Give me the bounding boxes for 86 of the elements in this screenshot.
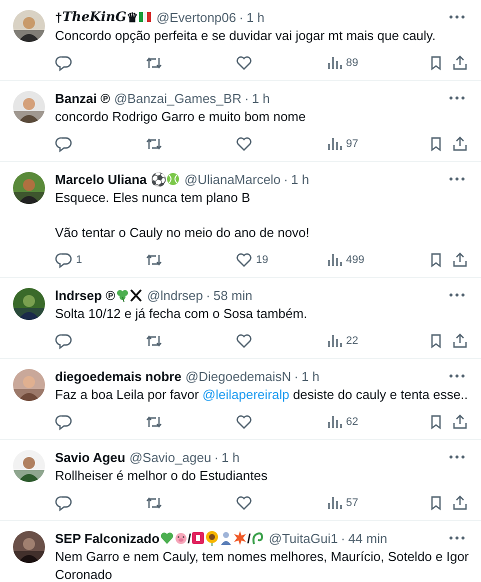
user-handle[interactable]: @TuitaGui1 — [268, 530, 338, 546]
user-name[interactable]: SEP Falconizado / / — [55, 530, 265, 546]
more-icon[interactable] — [449, 293, 465, 297]
user-name[interactable]: †TheKinG♛ — [55, 9, 152, 25]
share-icon[interactable] — [451, 494, 469, 512]
timestamp[interactable]: 1 h — [222, 450, 240, 464]
views-count: 89 — [346, 57, 358, 69]
timestamp[interactable]: 1 h — [301, 368, 320, 384]
views-count: 22 — [346, 335, 358, 347]
more-icon[interactable] — [449, 177, 465, 181]
more-icon[interactable] — [449, 374, 465, 378]
x-logo-icon — [129, 287, 144, 303]
separator-dot: · — [294, 368, 298, 384]
reply-text: Nem Garro e nem Cauly, tem nomes melhores, Maurício, Soteldo e Igor Coronado — [55, 548, 469, 582]
reply-icon[interactable] — [55, 332, 73, 350]
user-name[interactable]: Banzai ℗ — [55, 90, 110, 106]
user-handle[interactable]: @Savio_ageu — [129, 450, 212, 464]
separator-dot: · — [244, 90, 249, 106]
reply-icon[interactable] — [55, 494, 73, 512]
timestamp[interactable]: 1 h — [246, 10, 265, 24]
reply-text: Rollheiser é melhor o do Estudiantes — [55, 467, 268, 485]
heart-icon[interactable] — [235, 413, 253, 431]
heart-icon[interactable] — [235, 135, 253, 153]
reply-icon[interactable] — [55, 251, 73, 269]
more-icon[interactable] — [449, 96, 465, 100]
person-icon — [219, 530, 234, 546]
flag-icon — [138, 9, 152, 25]
views-count: 57 — [346, 497, 358, 509]
bar-chart-icon[interactable] — [325, 251, 343, 269]
like-count: 19 — [256, 254, 268, 266]
share-icon[interactable] — [451, 413, 469, 431]
user-handle[interactable]: @Banzai_Games_BR — [114, 90, 242, 106]
bar-chart-icon[interactable] — [325, 332, 343, 350]
views-count: 62 — [346, 416, 358, 428]
user-handle[interactable]: @lndrsep — [147, 288, 203, 302]
timestamp[interactable]: 58 min — [213, 288, 252, 302]
bar-chart-icon[interactable] — [325, 413, 343, 431]
user-name[interactable]: Savio Ageu — [55, 450, 126, 464]
reply-icon[interactable] — [55, 135, 73, 153]
timestamp[interactable]: 1 h — [291, 172, 310, 186]
user-handle[interactable]: @UlianaMarcelo — [184, 172, 281, 186]
user-name[interactable]: diegoedemais nobre — [55, 368, 182, 384]
reply-text: Concordo opção perfeita e se duvidar vai jogar mt mais que cauly. — [55, 27, 437, 45]
pig-icon — [174, 530, 188, 546]
bar-chart-icon[interactable] — [325, 135, 343, 153]
reply-text: Esquece. Eles nunca tem plano B — [55, 189, 252, 207]
timestamp[interactable]: 1 h — [252, 90, 270, 106]
sunflower-icon — [205, 530, 220, 546]
bar-chart-icon[interactable] — [325, 54, 343, 72]
reply-text: Solta 10/12 e já fecha com o Sosa também. — [55, 305, 308, 323]
share-icon[interactable] — [451, 135, 469, 153]
heart-icon[interactable] — [235, 251, 253, 269]
heart-icon[interactable] — [235, 54, 253, 72]
heart-icon[interactable] — [235, 332, 253, 350]
user-handle[interactable]: @Evertonp06 — [156, 10, 236, 24]
reply-text: concordo Rodrigo Garro e muito bom nome — [55, 108, 307, 126]
b-square-icon — [191, 530, 206, 546]
separator-dot: · — [284, 172, 288, 186]
separator-dot: · — [206, 288, 210, 302]
reply-text: Vão tentar o Cauly no meio do ano de novo! — [55, 224, 310, 242]
separator-dot: · — [239, 10, 244, 24]
reply-icon[interactable] — [55, 54, 73, 72]
ball-icon — [166, 171, 180, 187]
more-icon[interactable] — [449, 15, 465, 19]
share-icon[interactable] — [451, 332, 469, 350]
reply-icon[interactable] — [55, 413, 73, 431]
reply-text: Faz a boa Leila por favor @leilapereiralp desiste do cauly e tenta esse.. — [55, 386, 469, 404]
separator-dot: · — [214, 450, 219, 464]
snake-icon — [250, 530, 265, 546]
timestamp[interactable]: 44 min — [348, 530, 388, 546]
user-name[interactable]: Marcelo Uliana ⚽ — [55, 171, 180, 187]
heart-icon — [160, 530, 174, 546]
share-icon[interactable] — [451, 54, 469, 72]
views-count: 499 — [346, 254, 364, 266]
more-icon[interactable] — [449, 455, 465, 459]
user-name[interactable]: lndrsep ℗ — [55, 287, 144, 303]
user-handle[interactable]: @DiegoedemaisN — [185, 368, 292, 384]
heart-icon[interactable] — [235, 494, 253, 512]
separator-dot: · — [340, 530, 346, 546]
clover-icon — [115, 287, 130, 303]
burst-icon — [233, 530, 248, 546]
reply-count: 1 — [76, 254, 82, 266]
more-icon[interactable] — [449, 536, 465, 540]
bar-chart-icon[interactable] — [325, 494, 343, 512]
share-icon[interactable] — [451, 251, 469, 269]
views-count: 97 — [346, 138, 358, 150]
